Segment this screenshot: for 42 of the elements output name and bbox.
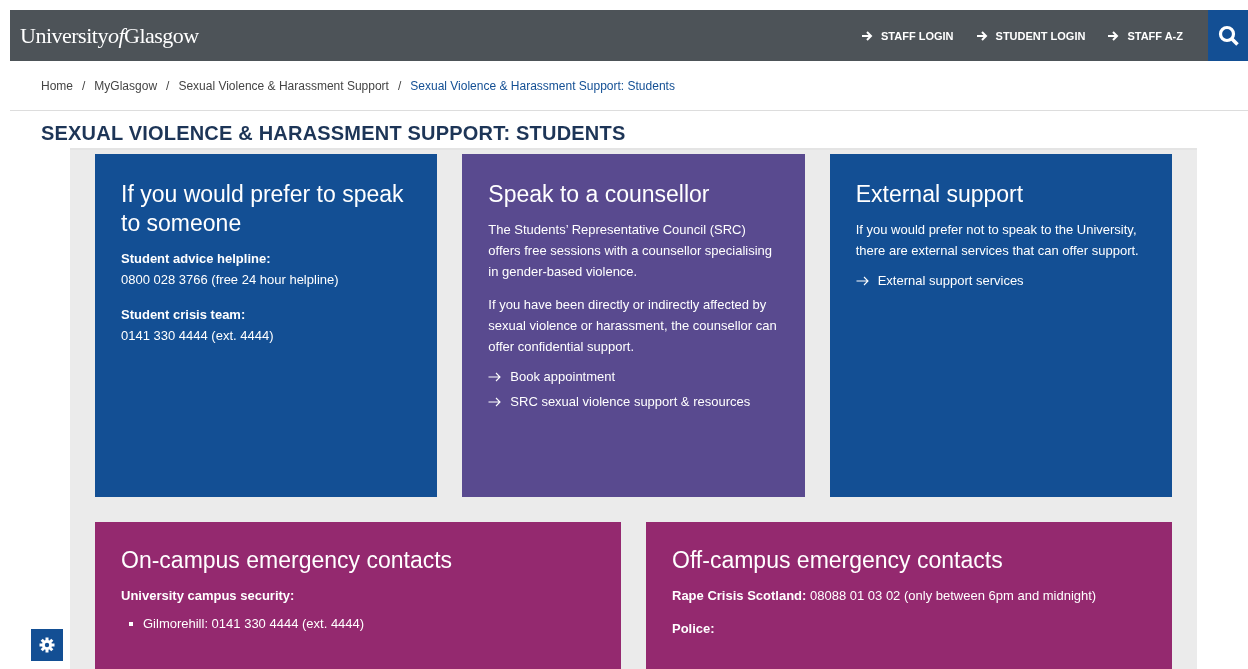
link[interactable]: Book appointment bbox=[488, 369, 779, 384]
paragraph: The Students’ Representative Council (SRC) offers free sessions with a counsellor specialising in gender-based violence. bbox=[488, 221, 774, 281]
arrow-icon bbox=[488, 371, 502, 382]
breadcrumb-link[interactable]: Home bbox=[41, 78, 73, 93]
paragraph: If you would prefer not to speak to the University, there are external services that can offer support. bbox=[855, 221, 1140, 260]
card-title: External support bbox=[855, 180, 1025, 209]
arrow-icon bbox=[855, 275, 869, 286]
card-title: Speak to a counsellor bbox=[488, 180, 711, 209]
card-title: Off-campus emergency contacts bbox=[672, 546, 1004, 575]
settings-button[interactable] bbox=[31, 629, 63, 661]
paragraph: If you have been directly or indirectly affected by sexual violence or harassment, the counsellor can offer confidential support. bbox=[488, 296, 778, 356]
breadcrumb-separator: / bbox=[82, 78, 86, 93]
contact-label: Student advice helpline: bbox=[121, 250, 272, 268]
university-logo[interactable]: UniversityofGlasgow bbox=[20, 22, 199, 49]
bullet-icon bbox=[129, 621, 133, 626]
arrow-icon bbox=[1107, 29, 1120, 42]
link[interactable]: SRC sexual violence support & resources bbox=[488, 394, 779, 409]
nav-link[interactable]: STUDENT LOGIN bbox=[975, 29, 1086, 42]
breadcrumb-separator: / bbox=[397, 78, 402, 93]
arrow-icon bbox=[488, 396, 502, 407]
settings-icon bbox=[39, 637, 55, 653]
breadcrumb-separator: / bbox=[166, 78, 170, 93]
contact-number: 0141 330 4444 (ext. 4444) bbox=[121, 327, 275, 345]
paragraph: Rape Crisis Scotland: 08088 01 03 02 (only between 6pm and midnight) bbox=[672, 587, 1098, 605]
nav-link[interactable]: STAFF LOGIN bbox=[861, 29, 954, 42]
card-title: If you would prefer to speak to someone bbox=[121, 180, 405, 238]
search-icon bbox=[1218, 24, 1240, 47]
page-title: SEXUAL VIOLENCE & HARASSMENT SUPPORT: STUDENTS bbox=[40, 121, 627, 146]
arrow-icon bbox=[861, 29, 874, 42]
contact-number: 0800 028 3766 (free 24 hour helpline) bbox=[121, 271, 340, 289]
search-button[interactable] bbox=[1208, 10, 1248, 61]
card-title: On-campus emergency contacts bbox=[121, 546, 454, 575]
breadcrumb-link[interactable]: Sexual Violence & Harassment Support bbox=[178, 78, 389, 93]
nav-link[interactable]: STAFF A-Z bbox=[1107, 29, 1183, 42]
list-item: Gilmorehill: 0141 330 4444 (ext. 4444) bbox=[143, 616, 365, 631]
contact-label: Student crisis team: bbox=[121, 306, 247, 324]
breadcrumb-link[interactable]: Sexual Violence & Harassment Support: Students bbox=[410, 78, 675, 93]
contact-label: Police: bbox=[672, 620, 716, 638]
link[interactable]: External support services bbox=[855, 273, 1146, 288]
arrow-icon bbox=[975, 29, 988, 42]
contact-label: University campus security: bbox=[121, 587, 296, 605]
breadcrumb-link[interactable]: MyGlasgow bbox=[94, 78, 158, 93]
